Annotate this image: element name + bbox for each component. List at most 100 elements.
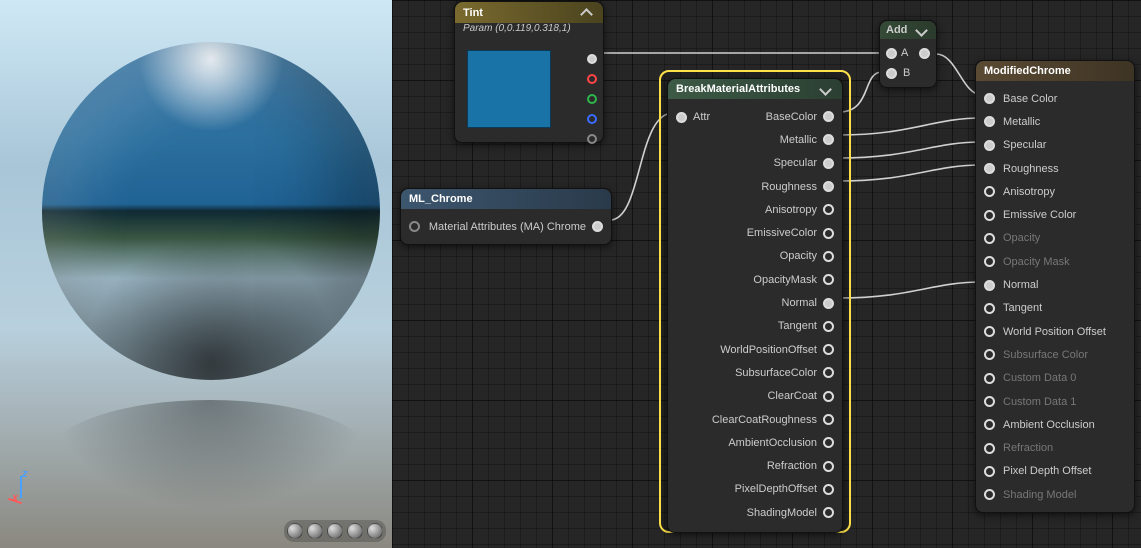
node-ml-chrome[interactable]: ML_Chrome Material Attributes (MA) Chrom…	[400, 188, 612, 245]
modchrome-input-row: Normal	[984, 273, 1126, 296]
break-output-pin[interactable]	[823, 274, 834, 285]
preview-shape-4[interactable]	[347, 523, 363, 539]
break-output-pin[interactable]	[823, 367, 834, 378]
node-add[interactable]: Add A B	[879, 20, 937, 88]
modchrome-input-pin[interactable]	[984, 256, 995, 267]
tint-color-swatch[interactable]	[467, 50, 551, 128]
tint-out-b[interactable]	[587, 114, 597, 124]
break-output-label: Refraction	[767, 460, 817, 472]
modchrome-input-pin[interactable]	[984, 93, 995, 104]
add-in-b-pin[interactable]	[886, 68, 897, 79]
break-output-row: Metallic	[676, 128, 834, 151]
modchrome-input-pin[interactable]	[984, 116, 995, 127]
break-output-pin[interactable]	[823, 507, 834, 518]
break-output-row: Anisotropy	[676, 198, 834, 221]
modchrome-input-pin[interactable]	[984, 233, 995, 244]
modchrome-input-pin[interactable]	[984, 186, 995, 197]
break-output-pin[interactable]	[823, 158, 834, 169]
break-output-pin[interactable]	[823, 181, 834, 192]
preview-shape-3[interactable]	[327, 523, 343, 539]
break-output-pin[interactable]	[823, 437, 834, 448]
add-in-a-pin[interactable]	[886, 48, 897, 59]
ml-chrome-header[interactable]: ML_Chrome	[401, 189, 611, 209]
modchrome-input-label: Tangent	[1003, 302, 1042, 314]
modchrome-input-row: Custom Data 0	[984, 367, 1126, 390]
modchrome-header[interactable]: ModifiedChrome	[976, 61, 1134, 81]
modchrome-input-pin[interactable]	[984, 163, 995, 174]
tint-out-r[interactable]	[587, 74, 597, 84]
break-output-pin[interactable]	[823, 204, 834, 215]
modchrome-input-pin[interactable]	[984, 466, 995, 477]
modchrome-input-pin[interactable]	[984, 396, 995, 407]
ml-chrome-output-pin[interactable]	[592, 221, 603, 232]
modchrome-input-pin[interactable]	[984, 210, 995, 221]
modchrome-input-pin[interactable]	[984, 303, 995, 314]
tint-out-rgba[interactable]	[587, 54, 597, 64]
break-output-pin[interactable]	[823, 134, 834, 145]
modchrome-input-row: Emissive Color	[984, 203, 1126, 226]
break-output-row: Specular	[676, 152, 834, 175]
add-header[interactable]: Add	[880, 21, 936, 39]
modchrome-input-pin[interactable]	[984, 419, 995, 430]
break-output-pin[interactable]	[823, 391, 834, 402]
ml-chrome-input-pin[interactable]	[409, 221, 420, 232]
break-output-pin[interactable]	[823, 484, 834, 495]
break-output-pin[interactable]	[823, 414, 834, 425]
tint-out-a[interactable]	[587, 134, 597, 144]
add-out-pin[interactable]	[919, 48, 930, 59]
modchrome-input-pin[interactable]	[984, 140, 995, 151]
modchrome-input-row: Opacity Mask	[984, 250, 1126, 273]
modchrome-input-pin[interactable]	[984, 280, 995, 291]
add-in-a-label: A	[901, 47, 908, 59]
modchrome-input-label: Subsurface Color	[1003, 349, 1088, 361]
break-output-label: ShadingModel	[747, 507, 817, 519]
node-tint[interactable]: Tint Param (0,0.119,0.318,1)	[454, 1, 604, 143]
break-output-pin[interactable]	[823, 321, 834, 332]
chevron-down-icon[interactable]	[819, 83, 832, 96]
modchrome-input-pin[interactable]	[984, 349, 995, 360]
break-output-pin[interactable]	[823, 461, 834, 472]
modchrome-input-pin[interactable]	[984, 373, 995, 384]
modchrome-input-row: Ambient Occlusion	[984, 413, 1126, 436]
modchrome-input-row: Metallic	[984, 110, 1126, 133]
break-output-row: SubsurfaceColor	[676, 361, 834, 384]
break-output-label: SubsurfaceColor	[735, 367, 817, 379]
break-output-label: Metallic	[780, 134, 817, 146]
modchrome-input-pin[interactable]	[984, 489, 995, 500]
material-preview[interactable]: z x	[0, 0, 392, 548]
node-modified-chrome[interactable]: ModifiedChrome Base ColorMetallicSpecula…	[975, 60, 1135, 513]
break-output-label: Anisotropy	[765, 204, 817, 216]
modchrome-input-label: Pixel Depth Offset	[1003, 465, 1091, 477]
preview-shape-2[interactable]	[307, 523, 323, 539]
tint-out-g[interactable]	[587, 94, 597, 104]
break-output-label: ClearCoatRoughness	[712, 414, 817, 426]
break-output-label: WorldPositionOffset	[720, 344, 817, 356]
chevron-down-icon[interactable]	[915, 24, 928, 37]
modchrome-input-pin[interactable]	[984, 326, 995, 337]
break-output-label: Specular	[774, 157, 817, 169]
modchrome-input-label: Normal	[1003, 279, 1038, 291]
break-output-pin[interactable]	[823, 228, 834, 239]
break-output-row: Tangent	[676, 315, 834, 338]
break-output-row: Opacity	[676, 245, 834, 268]
collapse-icon[interactable]	[580, 8, 593, 21]
break-input-attr-pin[interactable]	[676, 112, 687, 123]
break-output-label: Roughness	[761, 181, 817, 193]
break-output-pin[interactable]	[823, 298, 834, 309]
modchrome-input-pin[interactable]	[984, 443, 995, 454]
modchrome-input-row: Shading Model	[984, 483, 1126, 506]
break-output-pin[interactable]	[823, 344, 834, 355]
modchrome-input-label: Roughness	[1003, 163, 1059, 175]
break-output-pin[interactable]	[823, 251, 834, 262]
tint-header[interactable]: Tint	[455, 2, 603, 23]
preview-shape-1[interactable]	[287, 523, 303, 539]
preview-shape-5[interactable]	[367, 523, 383, 539]
modchrome-input-label: Opacity	[1003, 232, 1040, 244]
break-output-pin[interactable]	[823, 111, 834, 122]
material-graph[interactable]: Tint Param (0,0.119,0.318,1) ML_Chrome	[392, 0, 1141, 548]
preview-toolbar	[284, 520, 386, 542]
break-header[interactable]: BreakMaterialAttributes	[668, 79, 842, 99]
modchrome-input-row: Subsurface Color	[984, 343, 1126, 366]
modchrome-input-row: Base Color	[984, 87, 1126, 110]
node-break-material-attributes[interactable]: BreakMaterialAttributes Attr BaseColorMe…	[667, 78, 843, 533]
